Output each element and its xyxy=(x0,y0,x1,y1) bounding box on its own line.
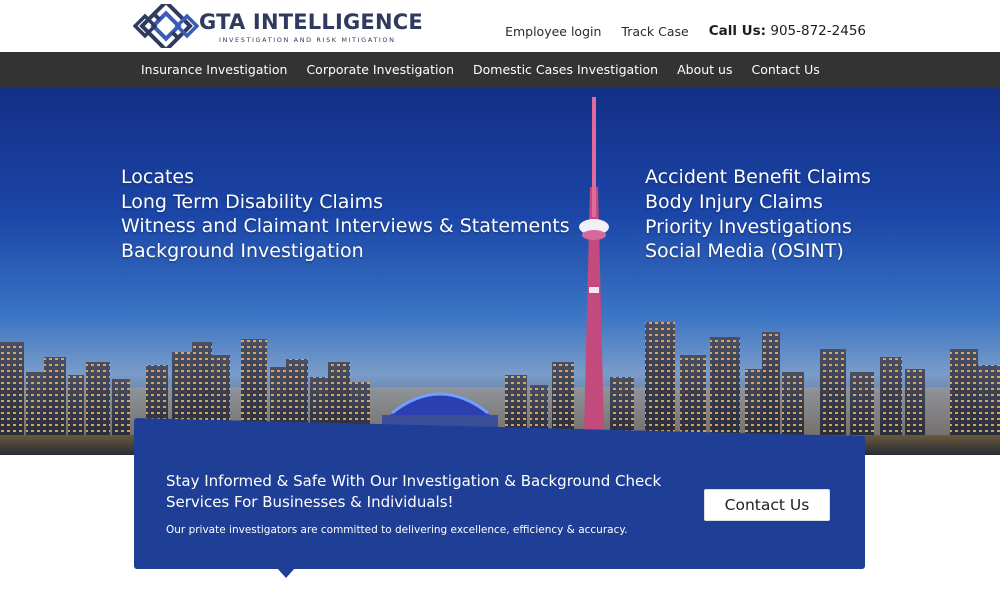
brand-tagline: INVESTIGATION AND RISK MITIGATION xyxy=(219,36,396,44)
cta-pointer xyxy=(277,568,295,578)
nav-item-domestic-cases-investigation[interactable]: Domestic Cases Investigation xyxy=(473,62,658,77)
nav-item-corporate-investigation[interactable]: Corporate Investigation xyxy=(306,62,454,77)
employee-login-link[interactable]: Employee login xyxy=(505,24,601,39)
service-item: Witness and Claimant Interviews & Statem… xyxy=(121,215,570,237)
service-item: Accident Benefit Claims xyxy=(645,166,871,188)
nav-item-contact-us[interactable]: Contact Us xyxy=(751,62,819,77)
city-skyline-image xyxy=(0,97,1000,455)
service-item: Locates xyxy=(121,166,195,188)
cta-subtext: Our private investigators are committed … xyxy=(166,524,628,536)
service-item: Social Media (OSINT) xyxy=(645,240,844,263)
brand-name: GTA INTELLIGENCE xyxy=(199,10,423,34)
contact-us-button[interactable]: Contact Us xyxy=(704,489,830,521)
diamond-grid-logo-icon xyxy=(133,4,199,48)
call-label: Call Us: xyxy=(708,23,767,39)
site-logo[interactable]: GTA INTELLIGENCE INVESTIGATION AND RISK … xyxy=(133,4,423,48)
call-us[interactable]: Call Us: 905-872-2456 xyxy=(709,23,866,39)
services-list-right: Accident Benefit Claims Body Injury Clai… xyxy=(645,165,871,264)
track-case-link[interactable]: Track Case xyxy=(621,24,688,39)
service-item: Priority Investigations xyxy=(645,215,852,238)
phone-number[interactable]: 905-872-2456 xyxy=(770,23,866,39)
site-header: GTA INTELLIGENCE INVESTIGATION AND RISK … xyxy=(0,0,1000,52)
cta-heading: Stay Informed & Safe With Our Investigat… xyxy=(166,472,662,511)
service-item: Background Investigation xyxy=(121,239,364,262)
nav-item-insurance-investigation[interactable]: Insurance Investigation xyxy=(141,62,287,77)
top-links: Employee login Track Case Call Us: 905-8… xyxy=(505,21,866,41)
hero-banner: Locates Long Term Disability Claims Witn… xyxy=(0,87,1000,455)
nav-item-about-us[interactable]: About us xyxy=(677,62,732,77)
service-item: Long Term Disability Claims xyxy=(121,190,384,213)
services-list-left: Locates Long Term Disability Claims Witn… xyxy=(121,165,570,263)
main-nav: Insurance Investigation Corporate Invest… xyxy=(0,52,1000,87)
service-item: Body Injury Claims xyxy=(645,190,823,213)
